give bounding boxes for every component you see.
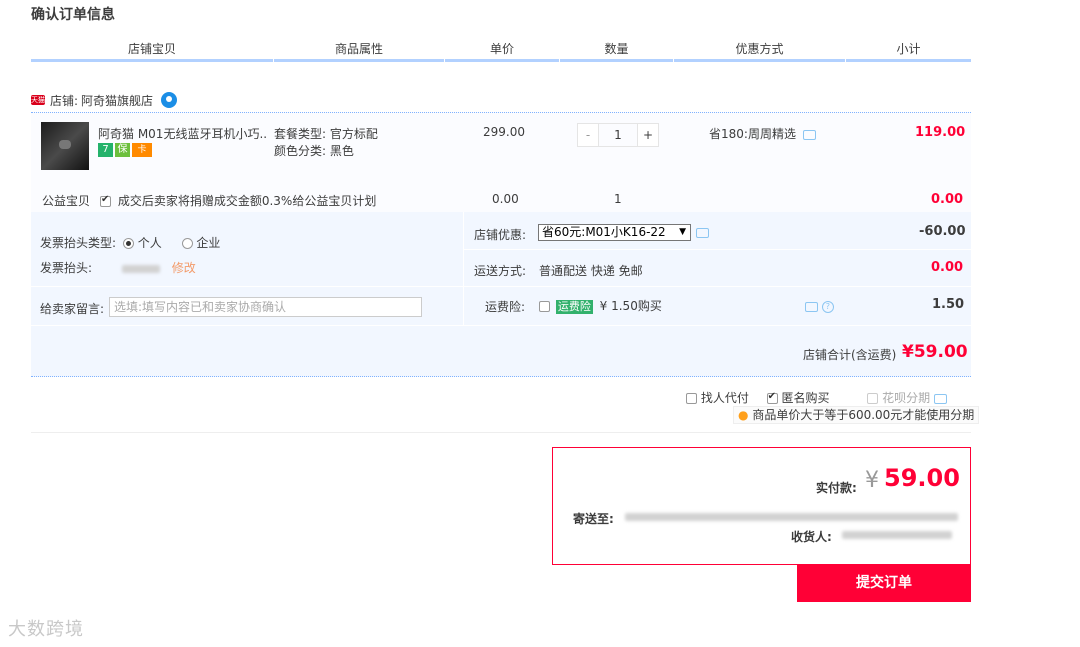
product-name-link[interactable]: 阿奇猫 M01无线蓝牙耳机小巧... <box>98 125 268 142</box>
submit-order-button[interactable]: 提交订单 <box>797 565 971 602</box>
section-divider <box>31 432 971 433</box>
invoice-person-radio[interactable] <box>122 238 134 249</box>
discount-text: 省180:周周精选 <box>709 127 796 141</box>
freight-insurance-row: 运费险 ¥ 1.50购买 <box>539 297 662 314</box>
shop-total-label: 店铺合计(含运费) <box>803 348 897 362</box>
shop-row: 天猫 店铺: 阿奇猫旗舰店 <box>31 92 178 109</box>
discount-info-icon[interactable] <box>696 228 709 238</box>
freight-insurance-badge: 运费险 <box>555 300 593 314</box>
location-pin-icon: ● <box>738 408 749 422</box>
qty-input[interactable]: 1 <box>598 124 638 146</box>
freight-insurance-amount: 1.50 <box>932 297 965 312</box>
invoice-type-row: 发票抬头类型: 个人 企业 <box>40 234 220 251</box>
installment-label: 花呗分期 <box>882 391 931 405</box>
col-header-attr: 商品属性 <box>274 40 444 62</box>
charity-text: 成交后卖家将捐赠成交金额0.3%给公益宝贝计划 <box>117 194 377 208</box>
invoice-company-radio[interactable] <box>181 238 193 249</box>
band-row-divider <box>31 325 971 326</box>
shop-discount-amount: -60.00 <box>919 224 966 239</box>
product-thumbnail[interactable] <box>41 122 89 170</box>
item-subtotal: 119.00 <box>915 125 966 140</box>
charity-checkbox[interactable] <box>100 194 111 207</box>
col-header-item: 店铺宝贝 <box>31 40 273 62</box>
item-discount: 省180:周周精选 <box>709 125 816 142</box>
ship-to-address <box>625 513 958 521</box>
invoice-edit-link[interactable]: 修改 <box>172 261 196 275</box>
page-title: 确认订单信息 <box>31 7 115 23</box>
band-row-divider <box>464 249 971 250</box>
table-header: 店铺宝贝 商品属性 单价 数量 优惠方式 小计 <box>31 40 971 62</box>
service-badges: 7 保 卡 <box>98 143 152 157</box>
watermark: 大数跨境 <box>8 619 84 640</box>
payment-label: 实付款: <box>816 481 857 495</box>
payment-currency: ¥ <box>865 468 879 493</box>
help-icon[interactable]: ? <box>821 300 834 313</box>
tmall-badge-icon: 天猫 <box>31 95 45 105</box>
attr-package: 套餐类型: 官方标配 <box>274 127 378 141</box>
col-header-subtotal: 小计 <box>846 40 971 62</box>
charity-label: 公益宝贝 <box>42 194 91 208</box>
qty-minus-button[interactable]: - <box>578 124 598 146</box>
dropdown-caret-icon: ▼ <box>679 227 686 237</box>
col-header-discount: 优惠方式 <box>674 40 845 62</box>
col-header-qty: 数量 <box>560 40 673 62</box>
invoice-type-label: 发票抬头类型: <box>40 236 117 250</box>
invoice-head-value <box>121 264 160 273</box>
shop-discount-label: 店铺优惠: <box>474 228 527 242</box>
col-header-price: 单价 <box>445 40 559 62</box>
wangwang-chat-icon[interactable] <box>161 92 178 108</box>
freight-insurance-label: 运费险: <box>485 300 526 314</box>
receiver-label: 收货人: <box>791 530 832 544</box>
guarantee-icon: 保 <box>115 143 130 157</box>
charity-row: 成交后卖家将捐赠成交金额0.3%给公益宝贝计划 <box>100 192 376 209</box>
seven-day-return-icon: 7 <box>98 143 113 157</box>
message-label: 给卖家留言: <box>40 302 105 316</box>
freight-insurance-checkbox[interactable] <box>539 301 550 312</box>
shop-name-link[interactable]: 阿奇猫旗舰店 <box>81 92 153 109</box>
quantity-stepper: - 1 + <box>577 123 659 147</box>
card-payment-icon: 卡 <box>132 143 152 157</box>
anonymous-checkbox[interactable] <box>766 391 778 404</box>
invoice-head-label: 发票抬头: <box>40 261 93 275</box>
shipping-label: 运送方式: <box>474 264 527 278</box>
band-divider <box>463 212 464 325</box>
shop-discount-selected: 省60元:M01小K16-22 <box>542 225 666 239</box>
installment-note-text: 商品单价大于等于600.00元才能使用分期 <box>752 408 975 422</box>
invoice-company-label: 企业 <box>196 236 221 250</box>
discount-info-icon[interactable] <box>802 129 816 140</box>
charity-qty: 1 <box>614 192 622 206</box>
shop-total-amount: ¥59.00 <box>902 342 968 362</box>
installment-checkbox[interactable] <box>867 393 879 404</box>
proxy-pay-checkbox[interactable] <box>686 393 697 404</box>
ship-to-label: 寄送至: <box>573 512 614 526</box>
band-row-divider <box>31 286 971 287</box>
shop-label: 店铺: <box>50 93 79 108</box>
seller-message-input[interactable]: 选填:填写内容已和卖家协商确认 <box>109 297 422 317</box>
anonymous-label: 匿名购买 <box>781 391 830 405</box>
invoice-person-label: 个人 <box>137 236 162 250</box>
installment-note: ● 商品单价大于等于600.00元才能使用分期 <box>733 406 980 424</box>
charity-price: 0.00 <box>492 192 519 206</box>
attr-color: 颜色分类: 黑色 <box>274 144 354 158</box>
order-options: 找人代付 匿名购买 花呗分期 <box>686 389 948 406</box>
installment-info-icon[interactable] <box>934 393 948 404</box>
shop-discount-select[interactable]: 省60元:M01小K16-22 ▼ <box>538 224 691 241</box>
proxy-pay-label: 找人代付 <box>700 391 749 405</box>
receiver-value <box>842 531 952 539</box>
invoice-head-row: 发票抬头: 修改 <box>40 259 196 276</box>
chat-icon[interactable] <box>805 301 818 312</box>
shipping-value: 普通配送 快递 免邮 <box>539 264 643 278</box>
shipping-amount: 0.00 <box>931 260 964 275</box>
unit-price: 299.00 <box>483 125 525 139</box>
freight-icons: ? <box>805 299 834 313</box>
qty-plus-button[interactable]: + <box>638 124 658 146</box>
payment-amount: 59.00 <box>884 464 960 492</box>
charity-subtotal: 0.00 <box>931 192 964 207</box>
freight-insurance-text: ¥ 1.50购买 <box>599 299 662 313</box>
